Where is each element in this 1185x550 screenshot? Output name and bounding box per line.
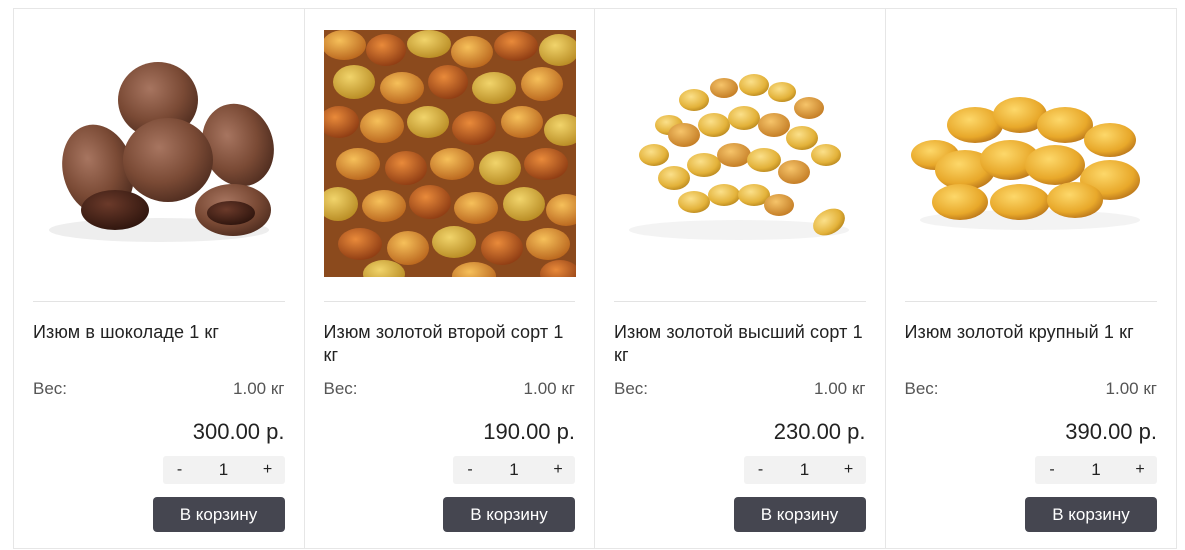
product-price: 300.00 р. bbox=[192, 419, 285, 444]
decrease-button[interactable]: - bbox=[744, 461, 778, 479]
product-image-large-golden-raisins[interactable] bbox=[905, 30, 1157, 277]
weight-label: Вес: bbox=[904, 379, 939, 398]
increase-button[interactable]: + bbox=[251, 461, 285, 479]
product-title[interactable]: Изюм в шоколаде 1 кг bbox=[33, 321, 285, 344]
weight-value: 1.00 кг bbox=[1105, 379, 1157, 398]
decrease-button[interactable]: - bbox=[453, 461, 487, 479]
product-price: 190.00 р. bbox=[483, 419, 575, 444]
product-card: Изюм золотой крупный 1 кг Вес: 1.00 кг 3… bbox=[886, 9, 1177, 548]
product-grid: Изюм в шоколаде 1 кг Вес: 1.00 кг 300.00… bbox=[13, 8, 1177, 549]
product-card: Изюм в шоколаде 1 кг Вес: 1.00 кг 300.00… bbox=[14, 9, 305, 548]
add-to-cart-button[interactable]: В корзину bbox=[443, 497, 575, 532]
product-image-golden-raisins-pile[interactable] bbox=[614, 30, 866, 277]
weight-label: Вес: bbox=[323, 379, 358, 398]
quantity-stepper: - 1 + bbox=[453, 456, 575, 484]
divider bbox=[323, 301, 575, 302]
quantity-value[interactable]: 1 bbox=[197, 460, 251, 480]
weight-value: 1.00 кг bbox=[814, 379, 866, 398]
product-image-chocolate-raisins[interactable] bbox=[33, 30, 285, 277]
product-price: 230.00 р. bbox=[773, 419, 866, 444]
product-image-golden-raisins-closeup[interactable] bbox=[323, 30, 576, 277]
divider bbox=[904, 301, 1157, 302]
weight-value: 1.00 кг bbox=[523, 379, 575, 398]
quantity-value[interactable]: 1 bbox=[1069, 460, 1123, 480]
quantity-stepper: - 1 + bbox=[162, 456, 285, 484]
weight-row: Вес: 1.00 кг bbox=[905, 379, 1158, 399]
weight-row: Вес: 1.00 кг bbox=[614, 379, 866, 399]
product-price: 390.00 р. bbox=[1065, 419, 1157, 444]
add-to-cart-button[interactable]: В корзину bbox=[1025, 497, 1157, 532]
add-to-cart-button[interactable]: В корзину bbox=[152, 497, 285, 532]
decrease-button[interactable]: - bbox=[1035, 461, 1069, 479]
weight-row: Вес: 1.00 кг bbox=[33, 379, 285, 399]
product-title[interactable]: Изюм золотой второй сорт 1 кг bbox=[324, 321, 576, 367]
quantity-value[interactable]: 1 bbox=[487, 460, 541, 480]
weight-label: Вес: bbox=[33, 379, 68, 398]
divider bbox=[33, 301, 285, 302]
product-title[interactable]: Изюм золотой крупный 1 кг bbox=[905, 321, 1158, 344]
divider bbox=[614, 301, 866, 302]
quantity-value[interactable]: 1 bbox=[778, 460, 832, 480]
quantity-stepper: - 1 + bbox=[743, 456, 866, 484]
product-title[interactable]: Изюм золотой высший сорт 1 кг bbox=[614, 321, 866, 367]
increase-button[interactable]: + bbox=[541, 461, 575, 479]
weight-label: Вес: bbox=[614, 379, 649, 398]
add-to-cart-button[interactable]: В корзину bbox=[733, 497, 866, 532]
decrease-button[interactable]: - bbox=[163, 461, 197, 479]
weight-row: Вес: 1.00 кг bbox=[324, 379, 576, 399]
weight-value: 1.00 кг bbox=[233, 379, 285, 398]
increase-button[interactable]: + bbox=[1123, 461, 1157, 479]
quantity-stepper: - 1 + bbox=[1035, 456, 1157, 484]
product-card: Изюм золотой второй сорт 1 кг Вес: 1.00 … bbox=[305, 9, 595, 548]
product-card: Изюм золотой высший сорт 1 кг Вес: 1.00 … bbox=[595, 9, 886, 548]
increase-button[interactable]: + bbox=[832, 461, 866, 479]
